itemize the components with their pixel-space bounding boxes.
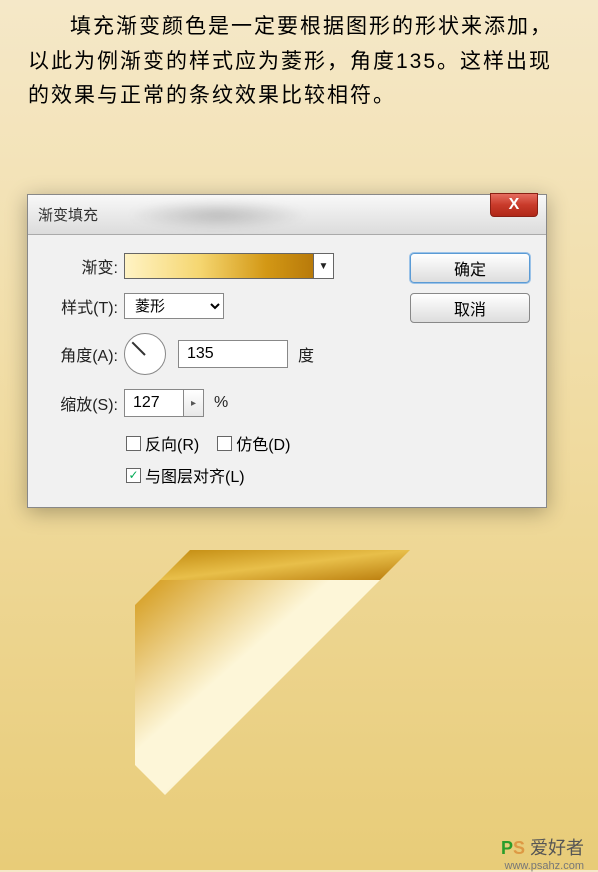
dialog-title: 渐变填充 xyxy=(38,204,98,225)
watermark-text: 爱好者 xyxy=(530,838,584,858)
checkbox-group: 反向(R) 仿色(D) ✓ 与图层对齐(L) xyxy=(126,431,392,487)
fields-column: 渐变: ▼ 样式(T): 菱形 角度(A): 度 xyxy=(44,253,392,487)
dither-checkbox-item[interactable]: 仿色(D) xyxy=(217,431,290,455)
watermark-url: www.psahz.com xyxy=(505,860,584,872)
reverse-checkbox-item[interactable]: 反向(R) xyxy=(126,431,199,455)
gradient-swatch[interactable] xyxy=(124,253,314,279)
gradient-row: 渐变: ▼ xyxy=(44,253,392,279)
scale-label: 缩放(S): xyxy=(44,391,118,415)
watermark: PS 爱好者 xyxy=(501,834,584,860)
cancel-button[interactable]: 取消 xyxy=(410,293,530,323)
reverse-checkbox xyxy=(126,436,141,451)
ribbon-graphic xyxy=(130,550,450,850)
style-label: 样式(T): xyxy=(44,294,118,318)
description-text: 填充渐变颜色是一定要根据图形的形状来添加，以此为例渐变的样式应为菱形，角度135… xyxy=(0,0,598,114)
dialog-titlebar: 渐变填充 X xyxy=(28,195,546,235)
align-label: 与图层对齐(L) xyxy=(145,463,245,487)
watermark-p: P xyxy=(501,838,513,858)
chevron-down-icon: ▼ xyxy=(319,261,329,272)
gradient-label: 渐变: xyxy=(44,254,118,278)
angle-pointer xyxy=(132,342,146,356)
align-checkbox-item[interactable]: ✓ 与图层对齐(L) xyxy=(126,463,392,487)
gradient-fill-dialog: 渐变填充 X 渐变: ▼ 样式(T): 菱形 角度(A): xyxy=(27,194,547,508)
angle-row: 角度(A): 度 xyxy=(44,333,392,375)
style-select[interactable]: 菱形 xyxy=(124,293,224,319)
dither-checkbox xyxy=(217,436,232,451)
angle-label: 角度(A): xyxy=(44,342,118,366)
titlebar-blur xyxy=(128,200,308,230)
close-button[interactable]: X xyxy=(490,193,538,217)
reverse-label: 反向(R) xyxy=(145,431,199,455)
gradient-dropdown-button[interactable]: ▼ xyxy=(314,253,334,279)
ok-button[interactable]: 确定 xyxy=(410,253,530,283)
scale-row: 缩放(S): ▸ % xyxy=(44,389,392,417)
align-checkbox: ✓ xyxy=(126,468,141,483)
scale-stepper[interactable]: ▸ xyxy=(184,389,204,417)
style-row: 样式(T): 菱形 xyxy=(44,293,392,319)
watermark-s: S xyxy=(513,838,525,858)
scale-unit: % xyxy=(214,394,228,412)
dither-label: 仿色(D) xyxy=(236,431,290,455)
chevron-right-icon: ▸ xyxy=(191,398,196,409)
angle-dial[interactable] xyxy=(124,333,166,375)
angle-input[interactable] xyxy=(178,340,288,368)
scale-input[interactable] xyxy=(124,389,184,417)
angle-unit: 度 xyxy=(298,342,314,366)
check-row-1: 反向(R) 仿色(D) xyxy=(126,431,392,455)
side-buttons: 确定 取消 xyxy=(410,253,530,487)
close-icon: X xyxy=(509,196,520,214)
dialog-body: 渐变: ▼ 样式(T): 菱形 角度(A): 度 xyxy=(28,235,546,507)
